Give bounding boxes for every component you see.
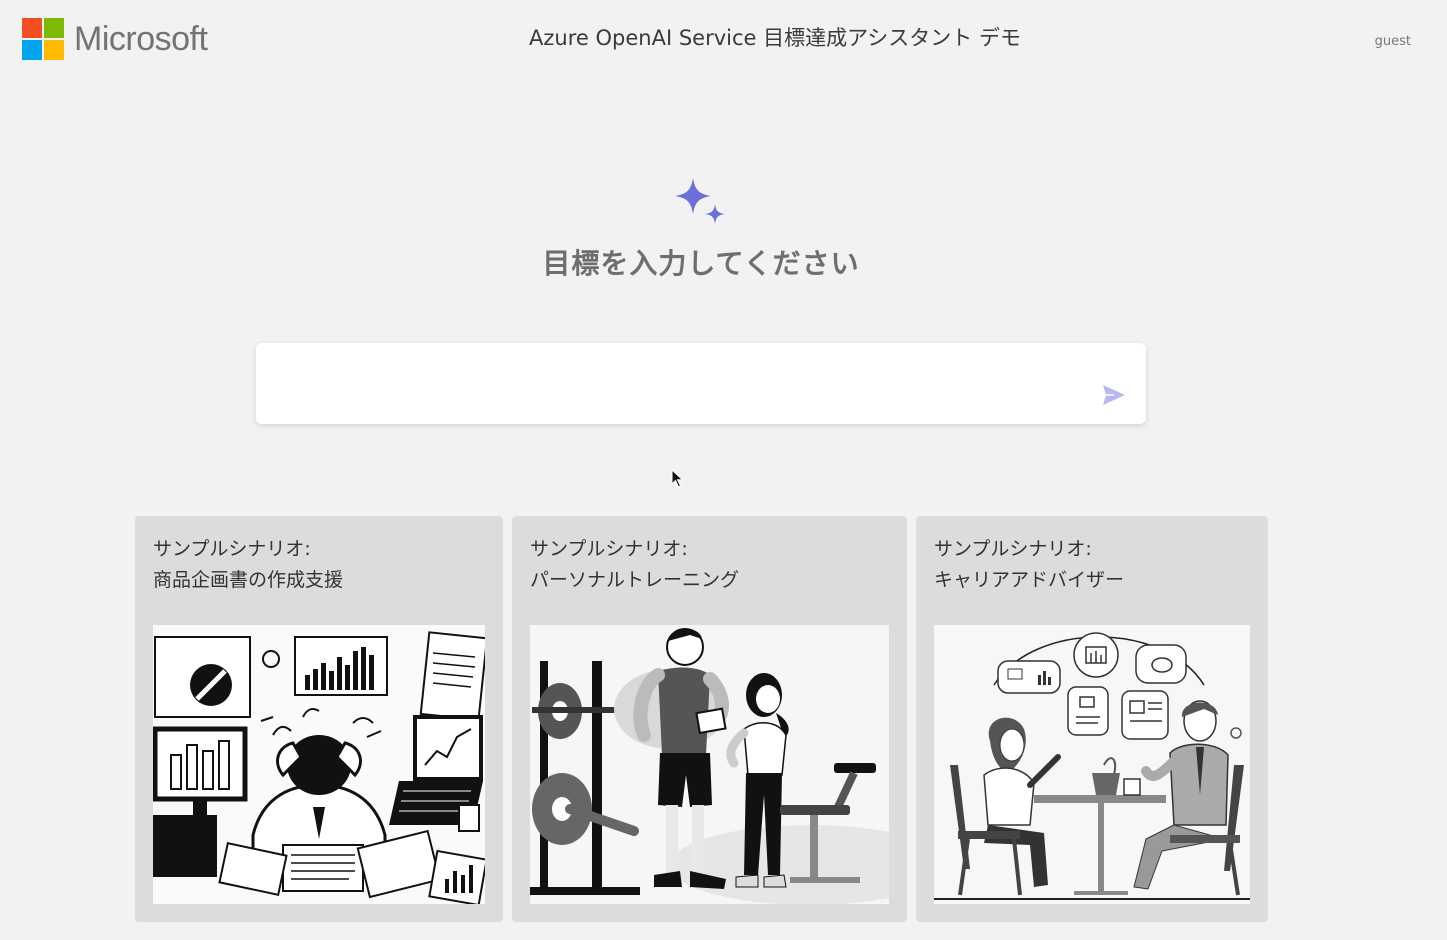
card-label-line1: サンプルシナリオ: [530, 538, 688, 560]
sparkle-icon [675, 178, 725, 224]
brand-name: Microsoft [74, 19, 208, 58]
scenario-card-personal-training[interactable]: サンプルシナリオ: パーソナルトレーニング [512, 516, 907, 922]
app-page: Microsoft Azure OpenAI Service 目標達成アシスタン… [0, 0, 1447, 940]
card-label-line1: サンプルシナリオ: [153, 538, 311, 560]
goal-prompt-heading: 目標を入力してください [542, 247, 860, 280]
user-name[interactable]: guest [1375, 34, 1411, 49]
career-illustration-svg [934, 625, 1250, 904]
send-icon [1103, 385, 1125, 405]
microsoft-logo-icon [22, 18, 64, 60]
career-consultation-illustration [934, 625, 1250, 904]
microsoft-logo[interactable]: Microsoft [22, 18, 208, 60]
office-illustration-svg [153, 625, 485, 904]
gym-illustration-svg [530, 625, 889, 904]
stressed-office-worker-illustration [153, 625, 485, 904]
app-title: Azure OpenAI Service 目標達成アシスタント デモ [529, 26, 1021, 50]
card-label: サンプルシナリオ: キャリアアドバイザー [934, 534, 1124, 596]
card-label-line2: キャリアアドバイザー [934, 569, 1125, 591]
gym-trainer-illustration [530, 625, 889, 904]
mouse-cursor-icon [671, 469, 684, 488]
scenario-card-product-planning[interactable]: サンプルシナリオ: 商品企画書の作成支援 [135, 516, 503, 922]
scenario-card-career-advisor[interactable]: サンプルシナリオ: キャリアアドバイザー [916, 516, 1268, 922]
goal-input[interactable] [272, 357, 1092, 413]
card-label: サンプルシナリオ: 商品企画書の作成支援 [153, 534, 343, 596]
card-label-line1: サンプルシナリオ: [934, 538, 1092, 560]
card-label-line2: パーソナルトレーニング [530, 569, 740, 591]
card-label: サンプルシナリオ: パーソナルトレーニング [530, 534, 739, 596]
app-title-wrapper: Azure OpenAI Service 目標達成アシスタント デモ [0, 22, 1447, 52]
card-label-line2: 商品企画書の作成支援 [153, 569, 344, 591]
goal-input-container [256, 343, 1146, 424]
send-button[interactable] [1100, 381, 1128, 409]
